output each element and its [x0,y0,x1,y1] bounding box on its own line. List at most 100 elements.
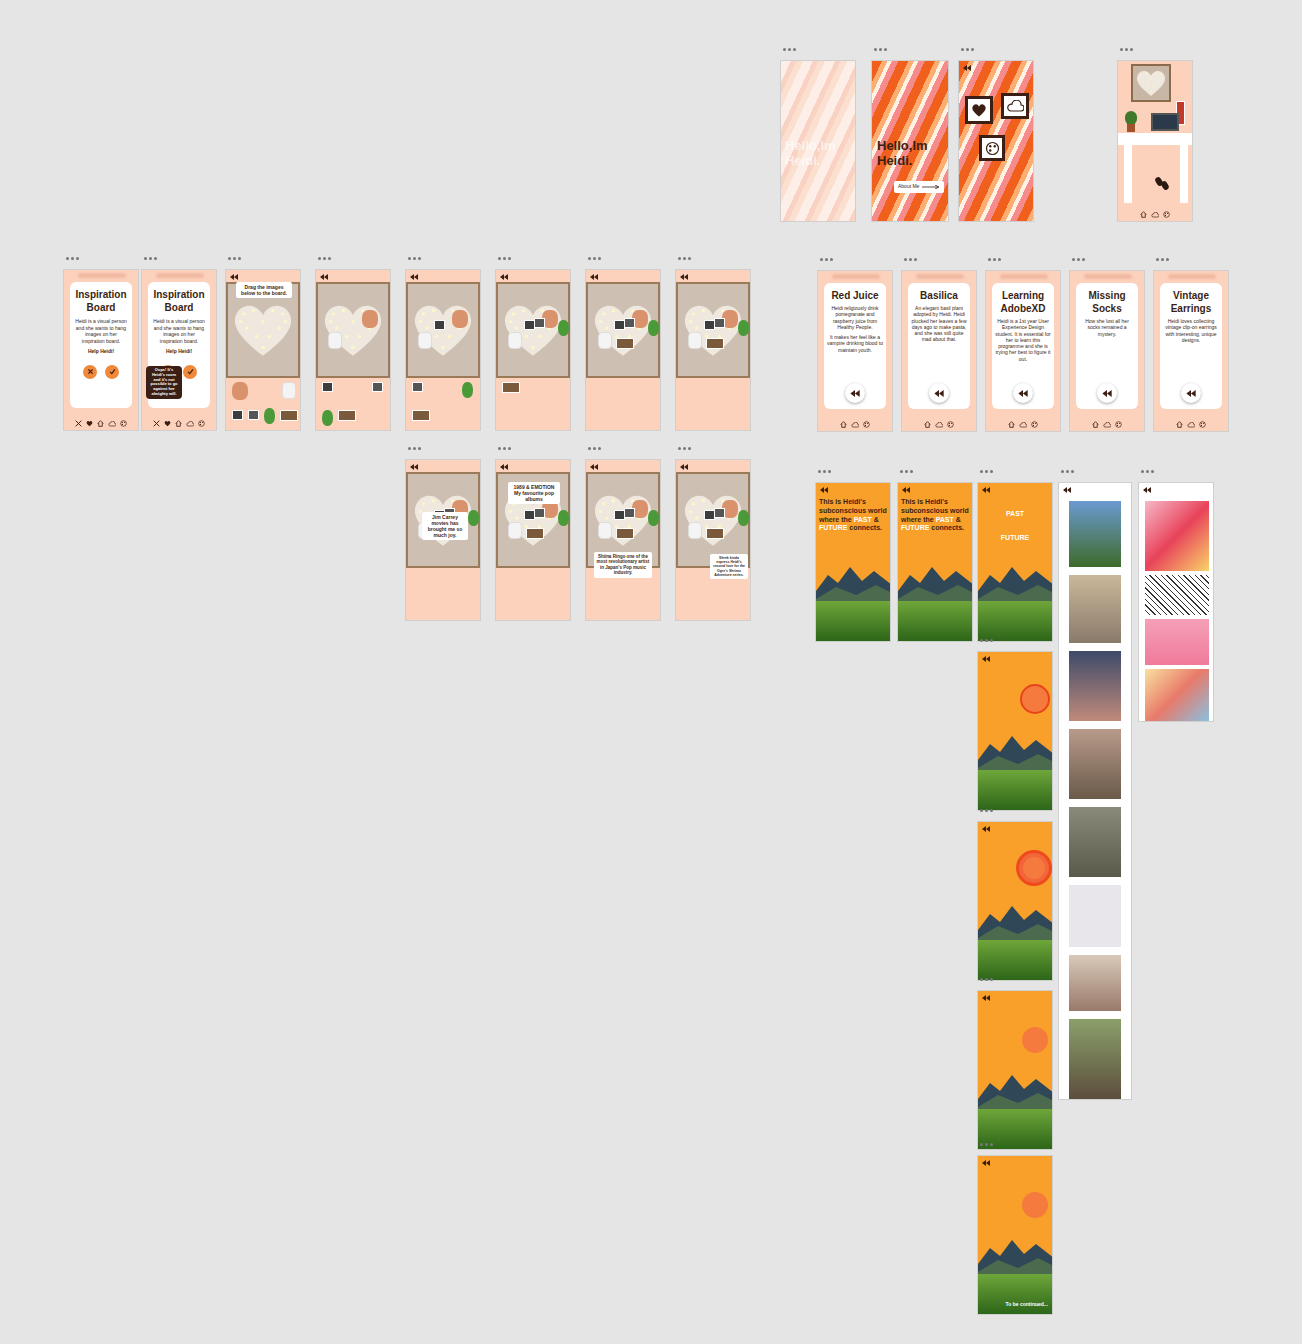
artboard-menu-icon[interactable] [318,257,331,260]
illustration[interactable] [1145,501,1209,571]
rewind-icon[interactable] [500,464,508,470]
mask-photo[interactable] [264,408,275,424]
artboard[interactable]: Inspiration BoardHeidi is a visual perso… [141,269,217,431]
album-photo[interactable] [534,318,545,328]
artboard[interactable]: PASTFUTURE [977,482,1053,642]
artboard-menu-icon[interactable] [498,257,511,260]
cloud-icon[interactable] [1019,422,1027,428]
artboard-menu-icon[interactable] [980,978,993,981]
shiina-photo[interactable] [616,338,634,349]
mask-photo[interactable] [322,410,333,426]
artboard-menu-icon[interactable] [874,48,887,51]
home-icon[interactable] [1176,421,1183,428]
artboard[interactable]: Red JuiceHeidi religiously drink pomegra… [817,270,893,432]
artboard[interactable] [495,269,571,431]
artboard[interactable] [405,269,481,431]
photo[interactable] [1069,807,1121,877]
artboard[interactable]: Shrek kinda express Heidi's second love … [675,459,751,621]
basil-plant[interactable] [1125,111,1137,125]
artboard-menu-icon[interactable] [980,809,993,812]
laptop[interactable] [1151,113,1179,131]
artboard[interactable] [958,60,1034,222]
artboard[interactable]: 1989 & EMOTIONMy favourite pop albums [495,459,571,621]
mask-photo[interactable] [558,320,569,336]
shiina-photo[interactable] [706,338,724,349]
rewind-icon[interactable] [230,274,238,280]
sun[interactable] [1016,850,1052,886]
palette-icon[interactable] [1031,421,1038,428]
girl-photo[interactable] [508,332,522,349]
artboard-menu-icon[interactable] [1072,258,1085,261]
mask-photo[interactable] [738,320,749,336]
rewind-icon[interactable] [680,464,688,470]
cloud-icon[interactable] [108,421,116,427]
rewind-icon[interactable] [590,274,598,280]
artboard-menu-icon[interactable] [408,257,421,260]
palette-frame[interactable] [979,135,1005,161]
artboard-menu-icon[interactable] [988,258,1001,261]
back-button[interactable] [1097,383,1117,403]
rewind-icon[interactable] [820,487,828,493]
illustration[interactable] [1145,575,1209,615]
artboard[interactable]: This is Heidi's subconscious world where… [815,482,891,642]
artboard-menu-icon[interactable] [980,1143,993,1146]
rewind-icon[interactable] [410,464,418,470]
artboard-menu-icon[interactable] [408,447,421,450]
jim-carrey-photo[interactable] [452,310,468,328]
artboard-menu-icon[interactable] [1141,470,1154,473]
artboard[interactable]: This is Heidi's subconscious world where… [897,482,973,642]
shiina-photo[interactable] [502,382,520,393]
tools-icon[interactable] [75,420,82,427]
yes-button[interactable] [105,365,119,379]
photo[interactable] [1069,955,1121,1011]
rewind-icon[interactable] [680,274,688,280]
artboard-menu-icon[interactable] [498,447,511,450]
artboard-menu-icon[interactable] [678,447,691,450]
rewind-icon[interactable] [410,274,418,280]
artboard-menu-icon[interactable] [980,639,993,642]
artboard[interactable]: Jim Carrey movies has brought me so much… [405,459,481,621]
artboard[interactable] [1138,482,1214,722]
back-button[interactable] [845,383,865,403]
about-me-label[interactable]: About Me [898,183,919,191]
home-icon[interactable] [840,421,847,428]
mask-photo[interactable] [648,320,659,336]
artboard[interactable] [977,651,1053,811]
about-me-button[interactable]: About Me [894,181,944,193]
cloud-icon[interactable] [851,422,859,428]
girl-photo[interactable] [688,332,702,349]
home-icon[interactable] [97,420,104,427]
mask-photo[interactable] [468,510,479,526]
palette-icon[interactable] [120,420,127,427]
album-photo[interactable] [372,382,383,392]
cloud-icon[interactable] [1187,422,1195,428]
album-photo[interactable] [714,508,725,518]
artboard-menu-icon[interactable] [820,258,833,261]
rewind-icon[interactable] [500,274,508,280]
shiina-photo[interactable] [526,528,544,539]
girl-photo[interactable] [688,522,702,539]
rewind-icon[interactable] [963,65,971,71]
palette-icon[interactable] [1163,211,1170,218]
album-photo[interactable] [434,320,445,330]
artboard-menu-icon[interactable] [588,257,601,260]
artboard-menu-icon[interactable] [228,257,241,260]
artboard[interactable] [977,990,1053,1150]
photo[interactable] [1069,575,1121,643]
inspiration-board[interactable] [316,282,390,378]
photo[interactable] [1069,651,1121,721]
artboard[interactable] [1117,60,1193,222]
no-button[interactable] [83,365,97,379]
rewind-icon[interactable] [1063,487,1071,493]
rewind-icon[interactable] [982,995,990,1001]
home-icon[interactable] [1008,421,1015,428]
home-icon[interactable] [924,421,931,428]
cloud-frame[interactable] [1001,93,1029,119]
rewind-icon[interactable] [982,1160,990,1166]
time-word[interactable]: PAST [978,509,1052,520]
mask-photo[interactable] [648,510,659,526]
girl-photo[interactable] [598,332,612,349]
shiina-photo[interactable] [338,410,356,421]
artboard[interactable]: Shiina Ringo one of the most revolutiona… [585,459,661,621]
artboard[interactable] [315,269,391,431]
